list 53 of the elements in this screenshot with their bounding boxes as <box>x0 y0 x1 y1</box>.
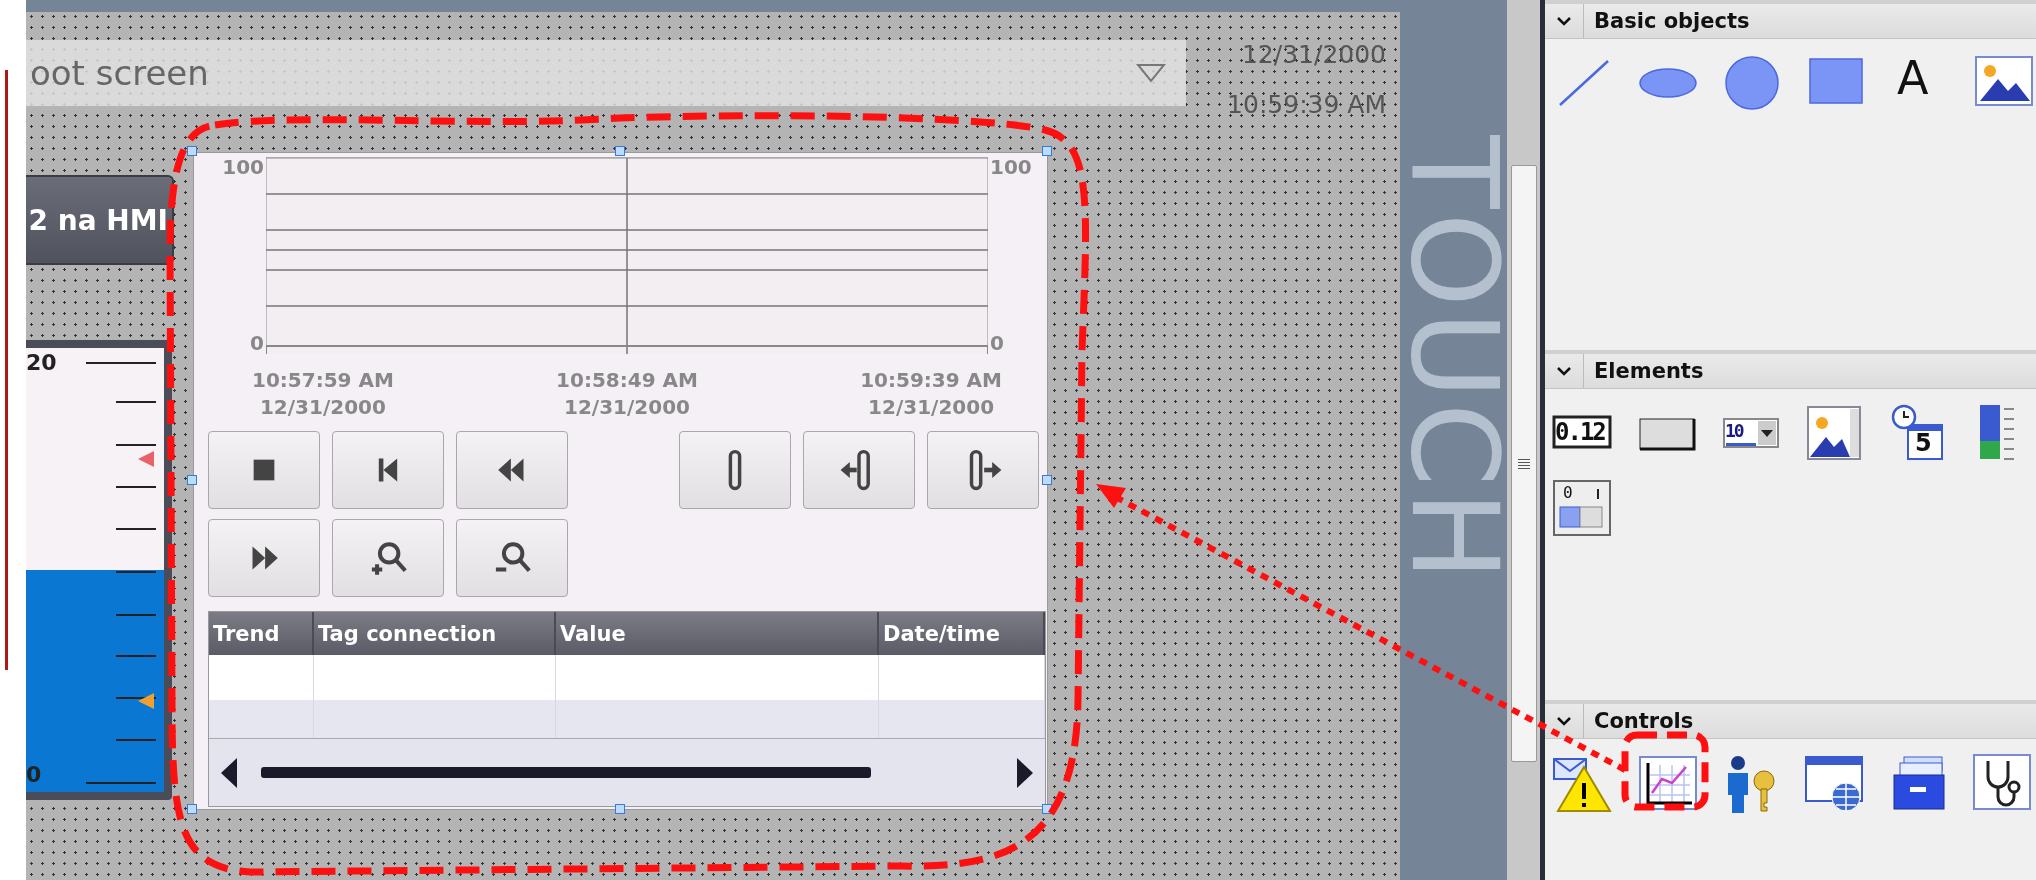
icon-label: 0.12 <box>1555 418 1605 446</box>
palette-tool[interactable]: 5 <box>1887 403 1953 463</box>
icon-label: 0 <box>1563 483 1573 502</box>
selection-handle[interactable] <box>614 804 625 814</box>
toolbar-button[interactable] <box>332 519 444 597</box>
selection-handle[interactable] <box>614 146 625 156</box>
icon-label: 5 <box>1915 429 1932 457</box>
toolbar-button[interactable] <box>803 431 915 509</box>
axis-label: 100 <box>222 157 264 177</box>
time-axis-label: 10:57:59 AM 12/31/2000 <box>252 367 394 421</box>
axis-label: 0 <box>990 333 1004 353</box>
vertical-scrollbar[interactable] <box>1507 0 1540 880</box>
time-text: 10:59:39 AM <box>1226 89 1386 121</box>
grip-icon <box>1517 457 1530 470</box>
toolbar-button[interactable] <box>208 519 320 597</box>
trend-view[interactable]: 100 0 100 0 10:57:59 AM 12/31/2000 10:58:49 AM 12/31/2000 10:59:39 AM 12/31/2000 Trend Tag connection Value Date/time <box>193 152 1048 810</box>
selection-handle[interactable] <box>187 475 197 485</box>
scroll-thumb[interactable] <box>261 767 871 778</box>
icon-label: 10 <box>1725 420 1743 441</box>
selection-handle[interactable] <box>1042 475 1052 485</box>
toolbar-button[interactable] <box>927 431 1039 509</box>
dropdown-arrow-icon <box>1136 63 1166 83</box>
scale-label: 20 <box>26 352 57 374</box>
chart-icon <box>1636 753 1700 813</box>
axis-label: 0 <box>250 333 264 353</box>
device-label: TOUCH <box>1400 135 1507 585</box>
scale-label: 0 <box>26 764 42 786</box>
toolbar-button[interactable] <box>208 431 320 509</box>
section-title: Basic objects <box>1593 9 1750 33</box>
time-axis-label: 10:58:49 AM 12/31/2000 <box>556 367 698 421</box>
icon-label: A <box>1897 51 1929 105</box>
screen-button[interactable]: 2 na HMI <box>26 175 174 265</box>
date-text: 12/31/2000 <box>1240 39 1386 71</box>
palette-tool[interactable]: 0 <box>1551 479 1617 539</box>
section-title: Controls <box>1593 709 1694 733</box>
horizontal-scrollbar[interactable] <box>209 738 1045 806</box>
toolbar-button[interactable] <box>332 431 444 509</box>
selection-handle[interactable] <box>187 146 197 156</box>
scroll-right-icon[interactable] <box>1015 757 1033 788</box>
toolbar-button[interactable] <box>456 519 568 597</box>
axis-label: 100 <box>990 157 1032 177</box>
scroll-thumb[interactable] <box>1510 165 1537 762</box>
toolbar-button[interactable] <box>456 431 568 509</box>
toolbar-button[interactable] <box>679 431 791 509</box>
palette-tool[interactable]: A <box>1887 53 1953 113</box>
screen-selector[interactable]: oot screen <box>26 40 1186 106</box>
selection-handle[interactable] <box>1042 146 1052 156</box>
selection-handle[interactable] <box>187 804 197 814</box>
scroll-left-icon[interactable] <box>221 757 239 788</box>
section-title: Elements <box>1593 359 1704 383</box>
time-axis-label: 10:59:39 AM 12/31/2000 <box>860 367 1002 421</box>
palette-tool[interactable]: 10 <box>1719 403 1785 463</box>
palette-tool[interactable]: 0.12 <box>1551 403 1617 463</box>
